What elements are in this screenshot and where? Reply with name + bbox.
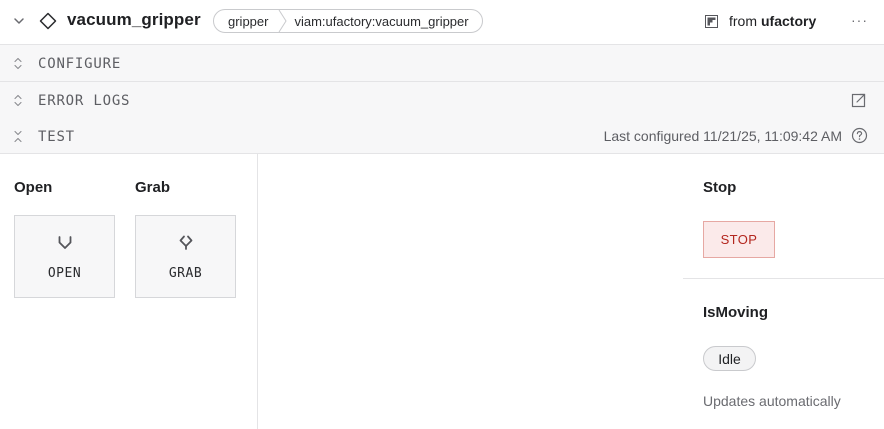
component-title: vacuum_gripper (67, 10, 201, 29)
updates-note: Updates automatically (703, 393, 841, 409)
expand-collapse-icon (14, 57, 22, 70)
external-link-icon[interactable] (851, 92, 867, 108)
section-error-logs[interactable]: ERROR LOGS (0, 82, 884, 119)
collapse-icon (14, 130, 22, 143)
stop-divider (683, 278, 884, 279)
section-configure[interactable]: CONFIGURE (0, 45, 884, 82)
grab-heading: Grab (135, 179, 171, 196)
chevron-down-icon[interactable] (12, 14, 26, 28)
section-test[interactable]: TEST Last configured 11/21/25, 11:09:42 … (0, 118, 884, 154)
module-source[interactable]: from ufactory (705, 13, 816, 29)
stop-heading: Stop (703, 179, 737, 196)
status-badge: Idle (703, 346, 756, 371)
component-header: vacuum_gripper gripper viam:ufactory:vac… (0, 0, 884, 45)
section-label: TEST (38, 129, 75, 145)
breadcrumb-separator (279, 10, 288, 32)
breadcrumb: gripper viam:ufactory:vacuum_gripper (213, 9, 483, 33)
grab-button-label: GRAB (168, 266, 203, 281)
stop-button[interactable]: STOP (703, 221, 775, 258)
module-icon (705, 14, 718, 28)
open-button[interactable]: OPEN (14, 215, 115, 298)
breadcrumb-type: gripper (228, 13, 269, 29)
open-heading: Open (14, 179, 53, 196)
section-label: ERROR LOGS (38, 93, 131, 109)
help-icon[interactable] (851, 127, 868, 144)
open-button-label: OPEN (47, 266, 82, 281)
from-prefix: from (729, 13, 757, 29)
gripper-grab-icon (179, 235, 193, 250)
grab-button[interactable]: GRAB (135, 215, 236, 298)
breadcrumb-model: viam:ufactory:vacuum_gripper (294, 13, 469, 29)
is-moving-heading: IsMoving (703, 304, 769, 321)
panel-divider (257, 154, 258, 429)
last-configured: Last configured 11/21/25, 11:09:42 AM (603, 128, 842, 144)
diamond-icon (39, 12, 57, 30)
gripper-open-icon (58, 236, 72, 249)
expand-collapse-icon (14, 94, 22, 107)
section-label: CONFIGURE (38, 56, 122, 72)
from-name: ufactory (761, 13, 817, 29)
more-icon[interactable]: ··· (851, 12, 868, 28)
